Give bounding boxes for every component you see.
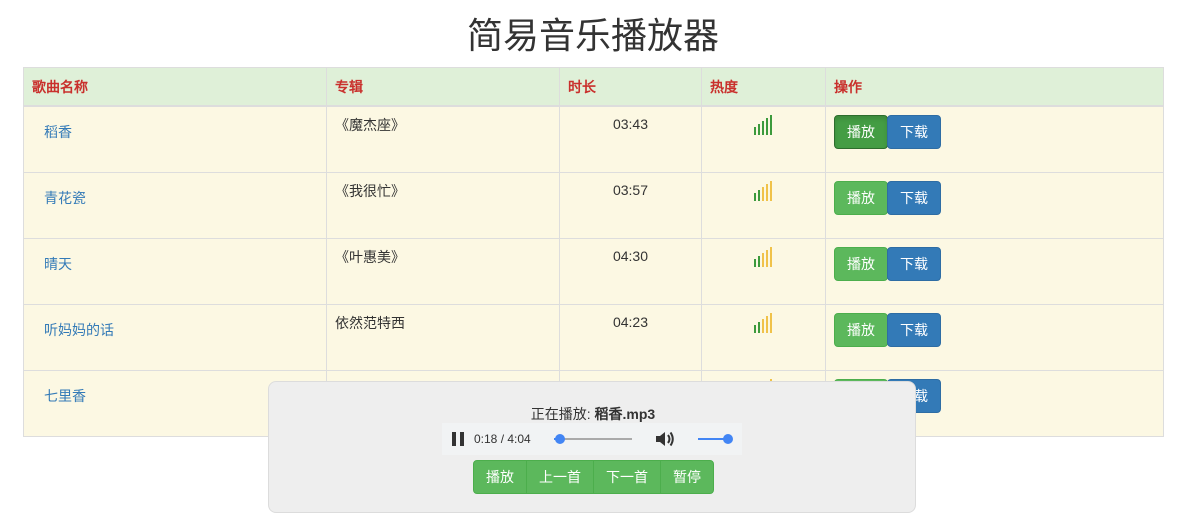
player-prev-button[interactable]: 上一首 <box>526 460 594 494</box>
actions-cell: 播放下载 <box>825 105 1164 173</box>
download-button[interactable]: 下载 <box>887 313 941 347</box>
song-name-link[interactable]: 晴天 <box>44 256 72 272</box>
signal-bar <box>757 124 760 135</box>
signal-bars-icon <box>753 115 774 135</box>
signal-bar <box>765 184 768 201</box>
download-button[interactable]: 下载 <box>887 181 941 215</box>
popularity-cell <box>701 238 826 305</box>
header-song-name: 歌曲名称 <box>23 67 327 107</box>
popularity-cell <box>701 172 826 239</box>
audio-time: 0:18 / 4:04 <box>474 432 531 446</box>
signal-bar <box>757 322 760 333</box>
song-name-cell: 晴天 <box>23 238 327 305</box>
album-cell: 《魔杰座》 <box>326 105 560 173</box>
actions-cell: 播放下载 <box>825 172 1164 239</box>
album-cell: 《我很忙》 <box>326 172 560 239</box>
pause-icon[interactable] <box>452 432 464 446</box>
signal-bar <box>761 253 764 267</box>
actions-cell: 播放下载 <box>825 304 1164 371</box>
signal-bars-icon <box>753 247 774 267</box>
play-button[interactable]: 播放 <box>834 181 888 215</box>
download-button[interactable]: 下载 <box>887 247 941 281</box>
popularity-cell <box>701 105 826 173</box>
duration-cell: 03:43 <box>559 105 702 173</box>
signal-bar <box>753 193 756 201</box>
speaker-icon[interactable] <box>654 430 676 448</box>
player-controls: 播放 上一首 下一首 暂停 <box>473 460 714 494</box>
duration-cell: 03:57 <box>559 172 702 239</box>
table-row: 晴天 《叶惠美》 04:30 播放 下载 <box>23 238 1164 305</box>
signal-bars-icon <box>753 313 774 333</box>
header-actions: 操作 <box>825 67 1164 107</box>
now-playing-label: 正在播放: <box>530 406 591 422</box>
player-pause-button[interactable]: 暂停 <box>660 460 714 494</box>
play-button[interactable]: 播放 <box>834 247 888 281</box>
song-name-link[interactable]: 青花瓷 <box>44 190 86 206</box>
audio-progress-slider[interactable] <box>554 434 632 444</box>
table-row: 听妈妈的话 依然范特西 04:23 播放 下载 <box>23 304 1164 371</box>
song-name-link[interactable]: 七里香 <box>44 388 86 404</box>
song-name-link[interactable]: 稻香 <box>44 124 72 140</box>
play-button[interactable]: 播放 <box>834 313 888 347</box>
album-cell: 依然范特西 <box>326 304 560 371</box>
player-next-button[interactable]: 下一首 <box>593 460 661 494</box>
song-name-cell: 青花瓷 <box>23 172 327 239</box>
table-header-row: 歌曲名称 专辑 时长 热度 操作 <box>23 67 1164 107</box>
play-button[interactable]: 播放 <box>834 115 888 149</box>
signal-bars-icon <box>753 181 774 201</box>
now-playing-file: 稻香.mp3 <box>594 406 656 422</box>
signal-bar <box>769 181 772 201</box>
page-title: 简易音乐播放器 <box>466 16 719 57</box>
header-popularity: 热度 <box>701 67 826 107</box>
table-row: 稻香 《魔杰座》 03:43 播放 下载 <box>23 105 1164 173</box>
volume-knob[interactable] <box>723 434 733 444</box>
popularity-cell <box>701 304 826 371</box>
player-play-button[interactable]: 播放 <box>473 460 527 494</box>
header-album: 专辑 <box>326 67 560 107</box>
signal-bar <box>769 313 772 333</box>
song-name-cell: 稻香 <box>23 105 327 173</box>
signal-bar <box>757 256 760 267</box>
download-button[interactable]: 下载 <box>887 115 941 149</box>
song-name-cell: 听妈妈的话 <box>23 304 327 371</box>
progress-knob[interactable] <box>554 434 565 444</box>
signal-bar <box>761 319 764 333</box>
table-row: 青花瓷 《我很忙》 03:57 播放 下载 <box>23 172 1164 239</box>
signal-bar <box>765 118 768 135</box>
signal-bar <box>753 325 756 333</box>
duration-cell: 04:30 <box>559 238 702 305</box>
volume-slider[interactable] <box>698 434 733 444</box>
actions-cell: 播放下载 <box>825 238 1164 305</box>
signal-bar <box>769 115 772 135</box>
signal-bar <box>765 316 768 333</box>
album-cell: 《叶惠美》 <box>326 238 560 305</box>
signal-bar <box>765 250 768 267</box>
header-duration: 时长 <box>559 67 702 107</box>
signal-bar <box>757 190 760 201</box>
song-name-link[interactable]: 听妈妈的话 <box>44 322 114 338</box>
now-playing-text: 正在播放: 稻香.mp3 <box>269 404 917 424</box>
signal-bar <box>761 121 764 135</box>
audio-player-panel: 正在播放: 稻香.mp3 0:18 / 4:04 播放 上一首 下一首 暂停 <box>268 381 916 513</box>
signal-bar <box>761 187 764 201</box>
audio-element: 0:18 / 4:04 <box>442 423 742 455</box>
duration-cell: 04:23 <box>559 304 702 371</box>
signal-bar <box>769 247 772 267</box>
signal-bar <box>753 127 756 135</box>
signal-bar <box>753 259 756 267</box>
